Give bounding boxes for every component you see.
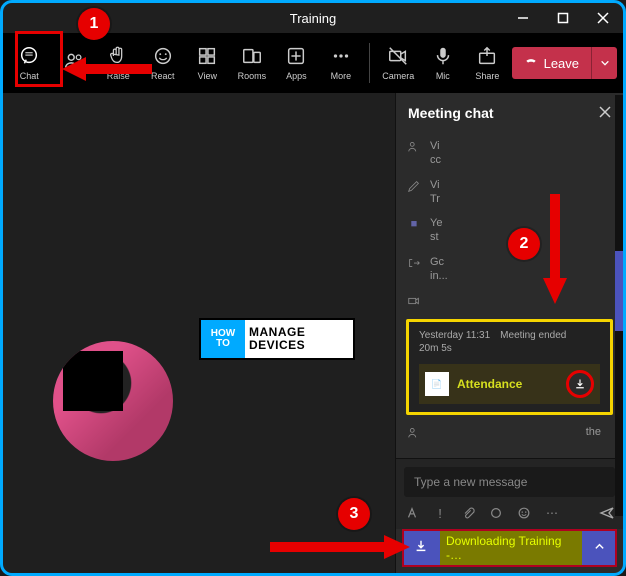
more-button[interactable]: More — [321, 37, 362, 89]
leave-button[interactable]: Leave — [512, 47, 591, 79]
attendance-label: Attendance — [457, 377, 522, 391]
participant-avatar — [53, 341, 173, 461]
format-icon[interactable] — [404, 505, 420, 521]
toolbar-separator — [369, 43, 370, 83]
grid-icon — [196, 45, 218, 67]
system-message: Gc in... — [406, 255, 613, 284]
people-icon — [406, 425, 422, 441]
card-status: Meeting ended — [500, 330, 566, 341]
watermark-logo: HOWTO MANAGEDEVICES — [199, 318, 355, 360]
more-compose-icon[interactable]: ⋯ — [544, 505, 560, 521]
rooms-button[interactable]: Rooms — [232, 37, 273, 89]
apps-icon — [285, 45, 307, 67]
share-label: Share — [475, 71, 499, 81]
phone-icon — [524, 55, 538, 72]
annotation-arrow-2 — [540, 194, 570, 304]
download-button[interactable] — [566, 370, 594, 398]
emoji-picker-icon[interactable] — [516, 505, 532, 521]
more-label: More — [331, 71, 352, 81]
meeting-stage: HOWTO MANAGEDEVICES — [3, 93, 395, 573]
video-icon: ■ — [406, 216, 422, 232]
system-message: Vi Tr — [406, 178, 613, 207]
attach-icon[interactable] — [460, 505, 476, 521]
camera-off-icon — [387, 45, 409, 67]
right-rail — [615, 95, 623, 516]
attendance-file[interactable]: 📄 Attendance — [419, 364, 600, 404]
card-duration: 20m 5s — [419, 343, 600, 354]
leave-menu-button[interactable] — [591, 47, 617, 79]
view-label: View — [198, 71, 217, 81]
chat-label: Chat — [20, 71, 39, 81]
minimize-button[interactable] — [503, 3, 543, 33]
close-button[interactable] — [583, 3, 623, 33]
share-icon — [476, 45, 498, 67]
panel-close-button[interactable] — [599, 105, 611, 121]
system-message: Vi cc — [406, 139, 613, 168]
mic-label: Mic — [436, 71, 450, 81]
file-icon: 📄 — [425, 372, 449, 396]
share-button[interactable]: Share — [467, 37, 508, 89]
chat-button[interactable]: Chat — [9, 37, 50, 89]
view-button[interactable]: View — [187, 37, 228, 89]
camera-label: Camera — [382, 71, 414, 81]
annotation-badge-3: 3 — [338, 498, 370, 530]
meeting-ended-card: Yesterday 11:31 Meeting ended 20m 5s 📄 A… — [406, 319, 613, 415]
apps-label: Apps — [286, 71, 307, 81]
maximize-button[interactable] — [543, 3, 583, 33]
annotation-badge-1: 1 — [78, 8, 110, 40]
emoji-icon — [152, 45, 174, 67]
card-time: Yesterday 11:31 — [419, 330, 490, 341]
rooms-icon — [241, 45, 263, 67]
window-title: Training — [290, 11, 336, 26]
mic-icon — [432, 45, 454, 67]
react-label: React — [151, 71, 175, 81]
system-message — [406, 293, 613, 309]
apps-button[interactable]: Apps — [276, 37, 317, 89]
send-button[interactable] — [599, 505, 615, 521]
people-icon — [406, 139, 422, 155]
leave-label: Leave — [544, 56, 579, 71]
download-toast[interactable]: Downloading Training -… — [402, 529, 617, 567]
chevron-up-icon[interactable] — [594, 539, 605, 557]
meeting-chat-panel: Meeting chat Vi cc Vi Tr ■ Ye st — [395, 93, 623, 573]
video-off-icon — [406, 293, 422, 309]
annotation-arrow-1 — [62, 54, 152, 84]
exit-icon — [406, 255, 422, 271]
annotation-arrow-3 — [270, 532, 410, 562]
download-icon — [414, 539, 428, 558]
chat-icon — [18, 45, 40, 67]
compose-area: Type a new message ! ⋯ — [396, 458, 623, 529]
more-icon — [330, 45, 352, 67]
panel-title: Meeting chat — [408, 105, 494, 121]
rooms-label: Rooms — [238, 71, 267, 81]
annotation-badge-2: 2 — [508, 228, 540, 260]
pencil-icon — [406, 178, 422, 194]
mic-button[interactable]: Mic — [423, 37, 464, 89]
download-text: Downloading Training -… — [440, 531, 582, 565]
message-input[interactable]: Type a new message — [404, 467, 615, 497]
camera-button[interactable]: Camera — [378, 37, 419, 89]
priority-icon[interactable]: ! — [432, 505, 448, 521]
loop-icon[interactable] — [488, 505, 504, 521]
system-message: the — [406, 425, 613, 441]
